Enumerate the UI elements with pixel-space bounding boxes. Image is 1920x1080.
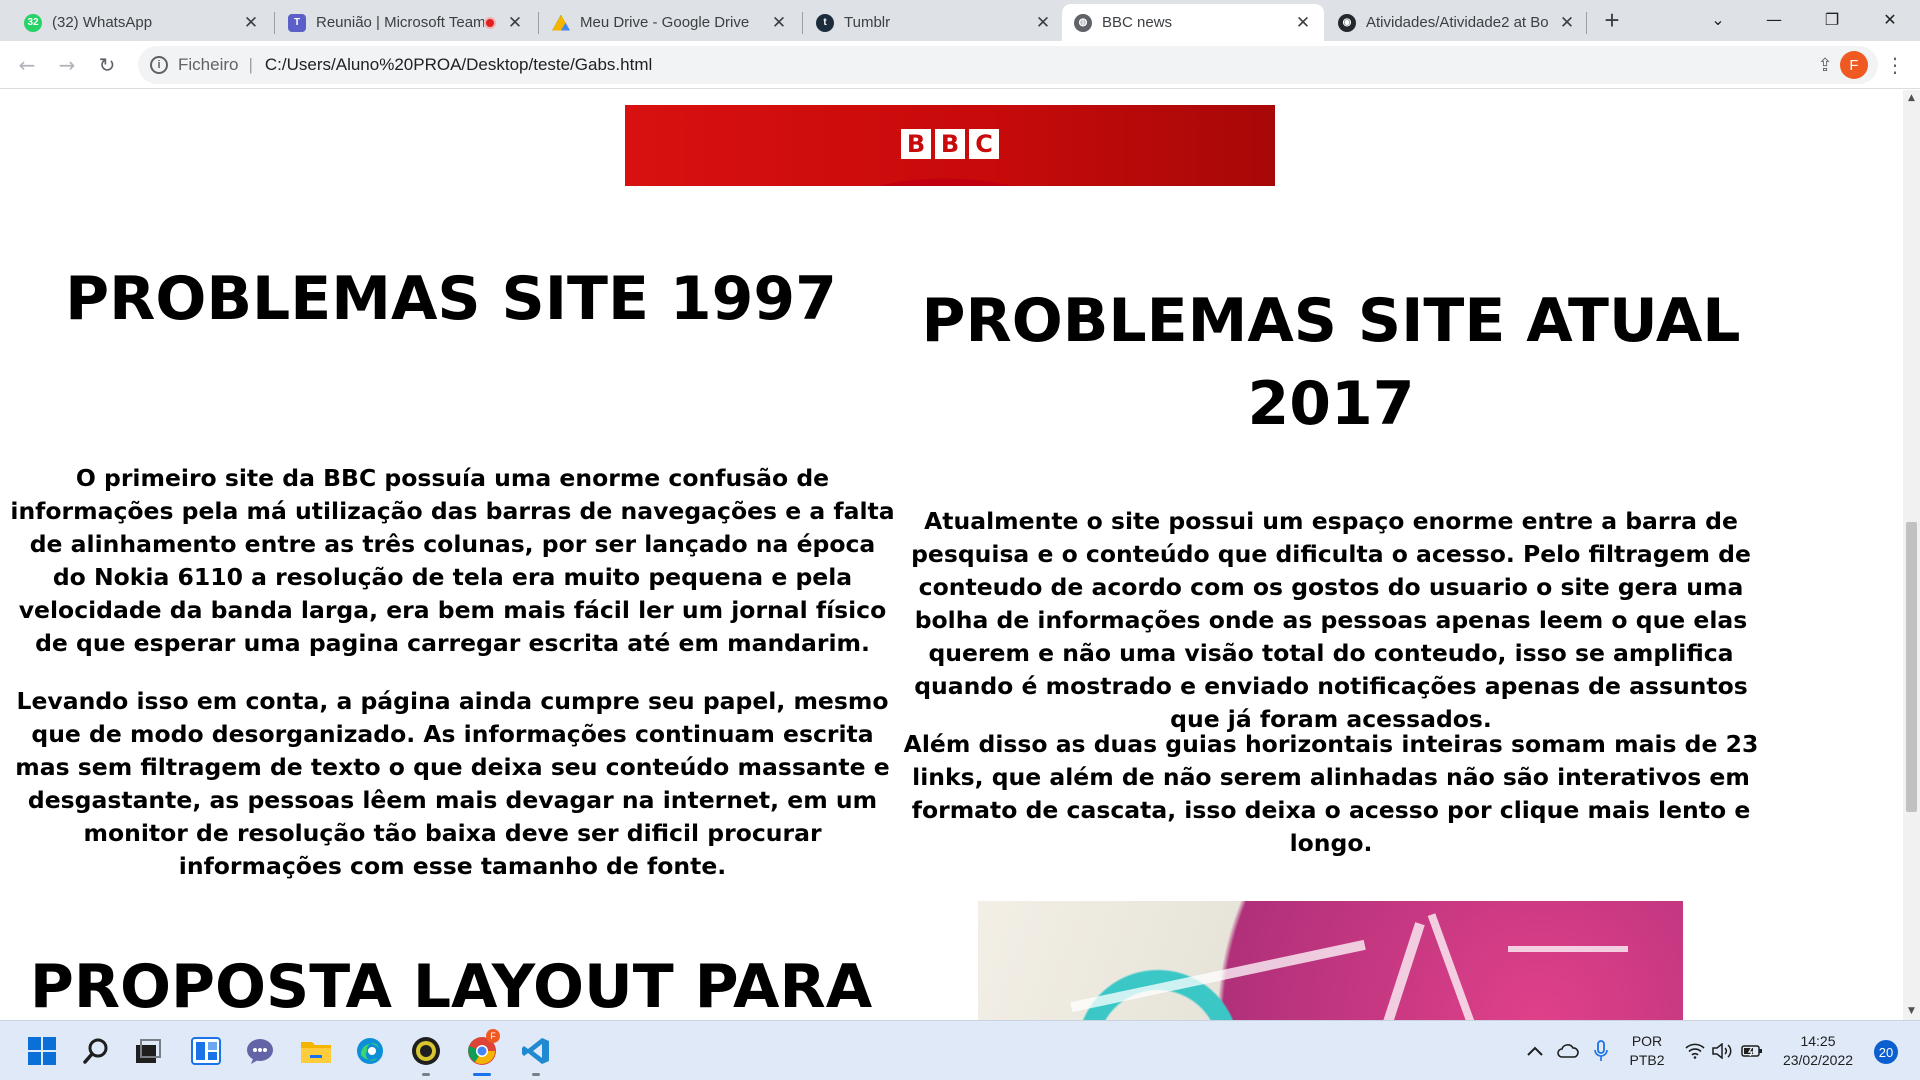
scrollbar-thumb[interactable]	[1906, 522, 1917, 812]
scroll-down-arrow-icon[interactable]: ▼	[1903, 1003, 1920, 1020]
url-text[interactable]: C:/Users/Aluno%20PROA/Desktop/teste/Gabs…	[265, 55, 1810, 75]
tab-title: Reunião | Microsoft Teams	[316, 14, 484, 31]
active-app-indicator	[473, 1073, 491, 1076]
share-icon[interactable]: ⇪	[1810, 50, 1840, 80]
tab-title: Tumblr	[844, 14, 891, 31]
info-icon[interactable]: i	[150, 56, 168, 74]
bbc-logo-letter: C	[969, 129, 999, 159]
vscode-icon[interactable]	[516, 1031, 556, 1071]
whatsapp-icon: 32	[24, 13, 42, 32]
heading-problemas-atual: PROBLEMAS SITE ATUAL 2017	[921, 286, 1741, 439]
new-tab-button[interactable]: +	[1598, 7, 1626, 35]
tab-title: BBC news	[1102, 14, 1173, 31]
running-indicator	[532, 1073, 540, 1076]
minimize-icon[interactable]: —	[1746, 0, 1802, 38]
tumblr-icon: t	[816, 13, 834, 32]
reload-icon[interactable]: ↻	[92, 50, 122, 80]
teams-icon: T	[288, 13, 306, 32]
profile-avatar[interactable]: F	[1840, 51, 1868, 79]
app-circle-icon[interactable]	[406, 1031, 446, 1071]
close-icon[interactable]: ✕	[1556, 12, 1578, 34]
file-explorer-icon[interactable]	[296, 1031, 336, 1071]
tab-teams[interactable]: T Reunião | Microsoft Teams ✕	[276, 4, 536, 41]
recording-icon	[484, 16, 496, 29]
bbc-logo: B B C	[901, 129, 999, 159]
close-icon[interactable]: ✕	[1292, 12, 1314, 34]
tab-title: Atividades/Atividade2 at Bo	[1366, 14, 1549, 31]
url-separator: |	[248, 55, 253, 74]
browser-toolbar: ← → ↻ i Ficheiro | C:/Users/Aluno%20PROA…	[0, 41, 1920, 89]
restore-icon[interactable]: ❐	[1804, 0, 1860, 38]
bbc-logo-letter: B	[935, 129, 965, 159]
keyboard-layout: PTB2	[1629, 1052, 1665, 1068]
wifi-icon[interactable]	[1682, 1021, 1708, 1080]
chevron-up-icon[interactable]	[1520, 1021, 1550, 1080]
search-icon[interactable]	[76, 1031, 116, 1071]
tab-divider	[802, 12, 803, 34]
paragraph-1997-second: Levando isso em conta, a página ainda cu…	[15, 687, 890, 880]
window-close-icon[interactable]: ✕	[1862, 0, 1918, 38]
heading-proposta-layout: PROPOSTA LAYOUT PARA	[29, 952, 873, 1020]
widgets-icon[interactable]	[186, 1031, 226, 1071]
close-icon[interactable]: ✕	[768, 12, 790, 34]
page-viewport: B B C PROBLEMAS SITE 1997 O primeiro sit…	[0, 90, 1903, 1020]
graffiti-art-image	[978, 901, 1683, 1020]
running-indicator	[422, 1073, 430, 1076]
tab-divider	[274, 12, 275, 34]
teams-chat-icon[interactable]	[240, 1031, 280, 1071]
bbc-banner-image: B B C	[625, 105, 1275, 186]
notification-badge[interactable]: 20	[1874, 1040, 1898, 1064]
paragraph-1997-first: O primeiro site da BBC possuía uma enorm…	[10, 464, 895, 657]
back-arrow-icon[interactable]: ←	[12, 50, 42, 80]
clock-date: 23/02/2022	[1782, 1052, 1854, 1068]
close-icon[interactable]: ✕	[504, 12, 526, 34]
paragraph-atual-first: Atualmente o site possui um espaço enorm…	[911, 507, 1751, 733]
url-scheme-label: Ficheiro	[178, 55, 239, 74]
tab-title: Meu Drive - Google Drive	[580, 14, 750, 31]
microphone-icon[interactable]	[1586, 1021, 1616, 1080]
tab-title: (32) WhatsApp	[52, 14, 153, 31]
tab-divider	[538, 12, 539, 34]
chrome-icon[interactable]: F	[462, 1029, 502, 1071]
tab-bbc-news[interactable]: ◍ BBC news ✕	[1062, 4, 1324, 41]
more-menu-icon[interactable]: ⋮	[1880, 50, 1910, 80]
bbc-logo-letter: B	[901, 129, 931, 159]
globe-icon: ◍	[1074, 13, 1092, 32]
page-scrollbar[interactable]: ▲ ▼	[1903, 90, 1920, 1020]
heading-problemas-1997: PROBLEMAS SITE 1997	[65, 264, 837, 334]
tab-strip: 32 (32) WhatsApp ✕ T Reunião | Microsoft…	[0, 0, 1920, 41]
close-icon[interactable]: ✕	[1032, 12, 1054, 34]
tab-divider	[1586, 12, 1587, 34]
language-indicator[interactable]: POR PTB2	[1618, 1021, 1676, 1080]
windows-start-icon[interactable]	[22, 1031, 62, 1071]
language-code: POR	[1631, 1033, 1663, 1049]
scroll-up-arrow-icon[interactable]: ▲	[1903, 90, 1920, 107]
google-drive-icon	[552, 14, 570, 31]
chrome-profile-badge: F	[486, 1029, 500, 1043]
address-bar[interactable]: i Ficheiro | C:/Users/Aluno%20PROA/Deskt…	[138, 46, 1878, 84]
tab-github[interactable]: ◉ Atividades/Atividade2 at Bo ✕	[1326, 4, 1588, 41]
tab-search-chevron-icon[interactable]: ⌄	[1690, 0, 1746, 38]
volume-icon[interactable]	[1710, 1021, 1736, 1080]
onedrive-cloud-icon[interactable]	[1552, 1021, 1584, 1080]
tab-tumblr[interactable]: t Tumblr ✕	[804, 4, 1064, 41]
forward-arrow-icon[interactable]: →	[52, 50, 82, 80]
task-view-icon[interactable]	[128, 1031, 168, 1071]
close-icon[interactable]: ✕	[240, 12, 262, 34]
clock[interactable]: 14:25 23/02/2022	[1770, 1021, 1866, 1080]
edge-icon[interactable]	[350, 1031, 390, 1071]
tab-google-drive[interactable]: Meu Drive - Google Drive ✕	[540, 4, 800, 41]
battery-icon[interactable]	[1738, 1021, 1766, 1080]
clock-time: 14:25	[1800, 1033, 1836, 1049]
paragraph-atual-second: Além disso as duas guias horizontais int…	[903, 730, 1759, 857]
tab-whatsapp[interactable]: 32 (32) WhatsApp ✕	[12, 4, 272, 41]
github-icon: ◉	[1338, 13, 1356, 32]
windows-taskbar: F POR PTB2 14:25 23/02/2022 20	[0, 1020, 1920, 1080]
